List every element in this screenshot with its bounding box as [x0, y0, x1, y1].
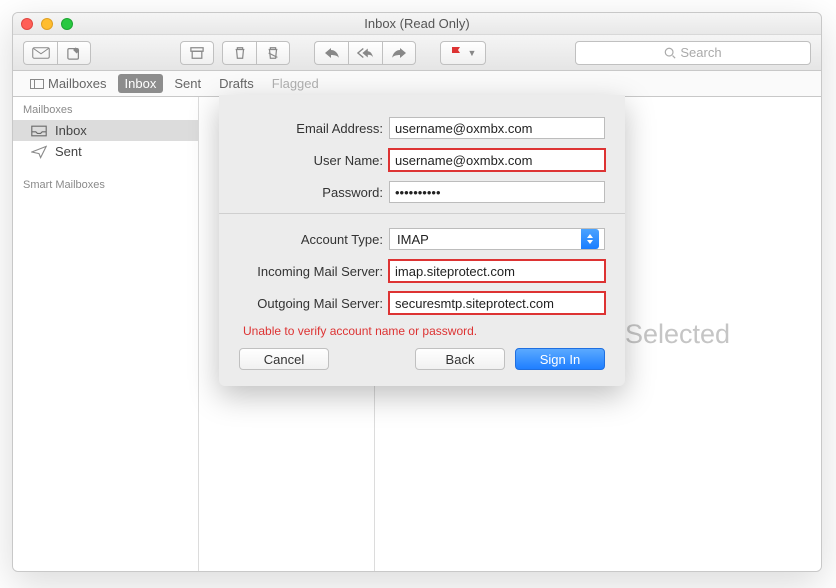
compose-button[interactable] [57, 41, 91, 65]
toolbar: ▼ Search [13, 35, 821, 71]
back-button[interactable]: Back [415, 348, 505, 370]
mail-app-window: Inbox (Read Only) [12, 12, 822, 572]
forward-icon [391, 47, 407, 59]
mailboxes-toggle[interactable]: Mailboxes [23, 74, 114, 93]
archive-button[interactable] [180, 41, 214, 65]
search-placeholder: Search [680, 45, 721, 60]
sidebar-item-label: Inbox [55, 123, 87, 138]
password-field[interactable] [389, 181, 605, 203]
label-outgoing: Outgoing Mail Server: [239, 296, 389, 311]
account-type-value: IMAP [395, 232, 429, 247]
reply-all-icon [357, 47, 375, 59]
sidebar-item-label: Sent [55, 144, 82, 159]
flag-icon [450, 46, 462, 60]
reply-button[interactable] [314, 41, 348, 65]
reply-icon [324, 47, 340, 59]
compose-icon [67, 46, 81, 60]
favorites-bar: Mailboxes Inbox Sent Drafts Flagged [13, 71, 821, 97]
fav-flagged[interactable]: Flagged [265, 74, 326, 93]
fav-drafts[interactable]: Drafts [212, 74, 261, 93]
envelope-icon [32, 47, 50, 59]
label-account-type: Account Type: [239, 232, 389, 247]
outgoing-server-field[interactable] [389, 292, 605, 314]
account-type-select[interactable]: IMAP [389, 228, 605, 250]
sent-icon [31, 145, 47, 159]
get-mail-button[interactable] [23, 41, 57, 65]
label-incoming: Incoming Mail Server: [239, 264, 389, 279]
sidebar-item-sent[interactable]: Sent [13, 141, 198, 162]
window-title: Inbox (Read Only) [13, 16, 821, 31]
sidebar-icon [30, 79, 44, 89]
inbox-icon [31, 124, 47, 138]
junk-icon [266, 46, 280, 60]
error-message: Unable to verify account name or passwor… [243, 324, 605, 338]
search-icon [664, 47, 676, 59]
chevron-down-icon: ▼ [468, 48, 477, 58]
label-username: User Name: [239, 153, 389, 168]
label-password: Password: [239, 185, 389, 200]
fav-inbox[interactable]: Inbox [118, 74, 164, 93]
junk-button[interactable] [256, 41, 290, 65]
incoming-server-field[interactable] [389, 260, 605, 282]
archive-icon [190, 46, 204, 60]
signin-button[interactable]: Sign In [515, 348, 605, 370]
sidebar-item-inbox[interactable]: Inbox [13, 120, 198, 141]
search-input[interactable]: Search [575, 41, 811, 65]
delete-button[interactable] [222, 41, 256, 65]
select-stepper-icon [581, 229, 599, 249]
titlebar: Inbox (Read Only) [13, 13, 821, 35]
sidebar-header-smart: Smart Mailboxes [13, 172, 198, 195]
email-field[interactable] [389, 117, 605, 139]
username-field[interactable] [389, 149, 605, 171]
forward-button[interactable] [382, 41, 416, 65]
account-setup-dialog: Email Address: User Name: Password: Acco… [219, 95, 625, 386]
flag-button[interactable]: ▼ [440, 41, 486, 65]
reply-all-button[interactable] [348, 41, 382, 65]
fav-sent[interactable]: Sent [167, 74, 208, 93]
sidebar: Mailboxes Inbox Sent Smart Mailboxes [13, 97, 199, 571]
divider [219, 213, 625, 214]
cancel-button[interactable]: Cancel [239, 348, 329, 370]
trash-icon [233, 46, 247, 60]
label-email: Email Address: [239, 121, 389, 136]
sidebar-header-mailboxes: Mailboxes [13, 97, 198, 120]
